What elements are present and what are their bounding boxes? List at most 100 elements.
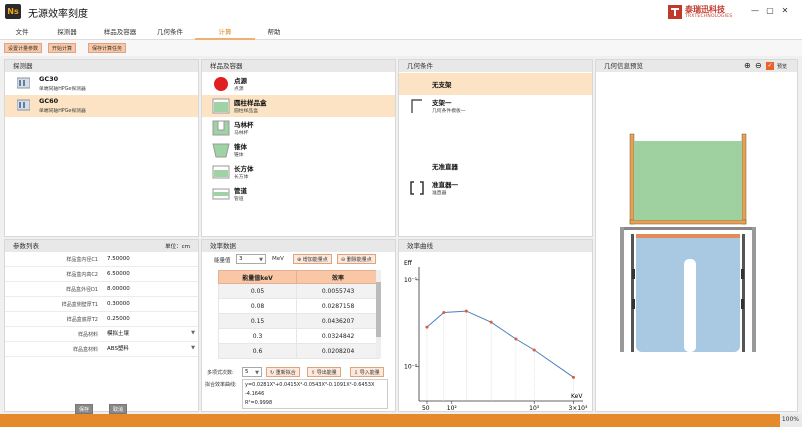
param-label: 样品盒内径C1 — [66, 257, 98, 263]
menu-detector[interactable]: 探测器 — [52, 24, 82, 40]
table-row[interactable]: 0.05 0.0055743 — [217, 283, 380, 299]
preview-checkbox[interactable]: ✓ — [766, 62, 774, 70]
detector-icon — [17, 99, 30, 111]
geometry-desc: 准直器 — [432, 191, 447, 196]
table-row[interactable]: 0.3 0.0324842 — [217, 328, 380, 344]
menu-geometry[interactable]: 几何条件 — [152, 24, 188, 40]
menu-help[interactable]: 帮助 — [256, 24, 292, 40]
y-tick-label: 10⁻² — [404, 364, 418, 371]
poly-order-select[interactable]: 5 ▼ — [242, 367, 262, 377]
toolbar: 设置计量参数 开始计算 保存计算任务 — [0, 40, 802, 56]
export-energy-button[interactable]: ⇪ 导出能量 — [307, 367, 341, 377]
sample-item-point[interactable]: 点源 点源 — [202, 73, 395, 95]
maximize-button[interactable]: ▢ — [765, 6, 775, 16]
menu-file[interactable]: 文件 — [8, 24, 36, 40]
delete-energy-button[interactable]: ⊖ 删除能量点 — [337, 254, 376, 264]
minimize-button[interactable]: — — [750, 6, 760, 16]
geometry-name: 准直器一 — [432, 181, 458, 189]
pipe-icon — [212, 188, 230, 200]
geometry-desc: 几何条件模板一 — [432, 109, 466, 114]
energy-count-value: 3 — [239, 256, 243, 262]
geometry-item-stand-1[interactable]: 支架一 几何条件模板一 — [399, 95, 592, 117]
export-label: 导出能量 — [316, 370, 337, 376]
detector-item-gc30[interactable]: GC30 单端同轴HPGe探测器 — [5, 73, 198, 95]
param-select[interactable]: ABS塑料 — [105, 344, 199, 354]
table-row[interactable]: 0.08 0.0287158 — [217, 298, 380, 314]
column-header[interactable]: 效率 — [296, 270, 380, 284]
efficiency-cell[interactable]: 0.0436207 — [296, 313, 380, 329]
energy-label: 能量值 — [214, 258, 231, 264]
param-value-input[interactable]: 0.30000 — [105, 299, 199, 309]
energy-unit: MeV — [272, 256, 284, 262]
geometry-item-no-collimator[interactable]: 无准直器 — [399, 155, 592, 177]
sample-name: 圆柱样品盒 — [234, 99, 267, 107]
param-value-input[interactable]: 7.50000 — [105, 254, 199, 264]
efficiency-chart: Eff KeV 50 10² 10³ 3×10³ 10⁻¹ 10⁻² — [404, 260, 588, 411]
efficiency-cell[interactable]: 0.0208204 — [296, 343, 380, 359]
brand-name-en: TRXTECHNOLOGIES — [685, 14, 733, 19]
save-button[interactable]: 保存 — [75, 404, 94, 414]
sample-item-marinelli[interactable]: 马林杯 马林杯 — [202, 117, 395, 139]
sample-item-pipe[interactable]: 管道 管道 — [202, 183, 395, 205]
sample-item-cone[interactable]: 锥体 锥体 — [202, 139, 395, 161]
param-label: 样品盒外径D1 — [65, 287, 98, 293]
add-energy-button[interactable]: ⊕ 增加能量点 — [293, 254, 332, 264]
param-value-input[interactable]: 0.25000 — [105, 314, 199, 324]
table-row[interactable]: 0.6 0.0208204 — [217, 343, 380, 359]
detector-item-gc60[interactable]: GC60 单端同轴HPGe探测器 — [5, 95, 198, 117]
close-button[interactable]: ✕ — [780, 6, 790, 16]
chevron-down-icon[interactable]: ▼ — [191, 330, 195, 336]
menu-samples[interactable]: 样品及容器 — [98, 24, 142, 40]
zoom-in-icon[interactable]: ⊕ — [744, 61, 751, 70]
refit-button[interactable]: ↻ 重新拟合 — [266, 367, 300, 377]
energy-cell[interactable]: 0.6 — [217, 343, 298, 359]
energy-cell[interactable]: 0.05 — [217, 283, 298, 299]
energy-cell[interactable]: 0.3 — [217, 328, 298, 344]
sample-desc: 管道 — [234, 197, 244, 202]
data-point — [532, 348, 536, 352]
param-row: 样品盒内高C2 6.50000 — [5, 267, 198, 282]
detector-name: GC60 — [39, 97, 59, 105]
efficiency-cell[interactable]: 0.0055743 — [296, 283, 380, 299]
geometry-panel: 几何条件 无支架 支架一 几何条件模板一 无准直器 准直器一 准直器 — [398, 59, 593, 237]
chevron-down-icon[interactable]: ▼ — [191, 345, 195, 351]
sample-desc: 圆柱样品盒 — [234, 109, 258, 114]
param-row: 样品盒外径D1 8.00000 — [5, 282, 198, 297]
sample-name: 长方体 — [234, 165, 254, 173]
chevron-down-icon: ▼ — [255, 370, 259, 376]
start-calc-button[interactable]: 开始计算 — [48, 43, 77, 53]
sample-item-cuboid[interactable]: 长方体 长方体 — [202, 161, 395, 183]
data-point — [442, 311, 446, 315]
geometry-header: 几何条件 — [399, 60, 592, 72]
import-energy-button[interactable]: ⇩ 导入能量 — [350, 367, 384, 377]
set-params-button[interactable]: 设置计量参数 — [4, 43, 43, 53]
table-scrollbar[interactable] — [376, 270, 381, 358]
param-value-input[interactable]: 8.00000 — [105, 284, 199, 294]
detector-header: 探测器 — [5, 60, 198, 72]
params-panel: 参数列表 单位：cm 样品盒内径C1 7.50000 样品盒内高C2 6.50000… — [4, 239, 199, 414]
preview-checkbox-label: 预览 — [777, 64, 788, 70]
param-select[interactable]: 模拟土壤 — [105, 329, 199, 339]
energy-cell[interactable]: 0.08 — [217, 298, 298, 314]
data-point — [464, 309, 468, 313]
geometry-item-collimator-1[interactable]: 准直器一 准直器 — [399, 177, 592, 199]
param-value-input[interactable]: 6.50000 — [105, 269, 199, 279]
save-task-button[interactable]: 保存计算任务 — [88, 43, 127, 53]
energy-cell[interactable]: 0.15 — [217, 313, 298, 329]
progress-fill — [0, 414, 780, 427]
energy-count-select[interactable]: 3 ▼ — [236, 254, 266, 264]
param-label: 样品材料 — [77, 332, 98, 338]
param-row: 样品盒材料 ABS塑料 ▼ — [5, 342, 198, 357]
scrollbar-thumb[interactable] — [376, 282, 381, 337]
table-row[interactable]: 0.15 0.0436207 — [217, 313, 380, 329]
cancel-button[interactable]: 取消 — [109, 404, 128, 414]
efficiency-cell[interactable]: 0.0324842 — [296, 328, 380, 344]
sample-desc: 马林杯 — [234, 131, 249, 136]
progress-bar: 100% — [0, 414, 802, 427]
column-header[interactable]: 能量值keV — [217, 270, 298, 284]
sample-item-cylinder[interactable]: 圆柱样品盒 圆柱样品盒 — [202, 95, 395, 117]
geometry-item-no-stand[interactable]: 无支架 — [399, 73, 592, 95]
zoom-out-icon[interactable]: ⊖ — [755, 61, 762, 70]
samples-header: 样品及容器 — [202, 60, 395, 72]
efficiency-cell[interactable]: 0.0287158 — [296, 298, 380, 314]
